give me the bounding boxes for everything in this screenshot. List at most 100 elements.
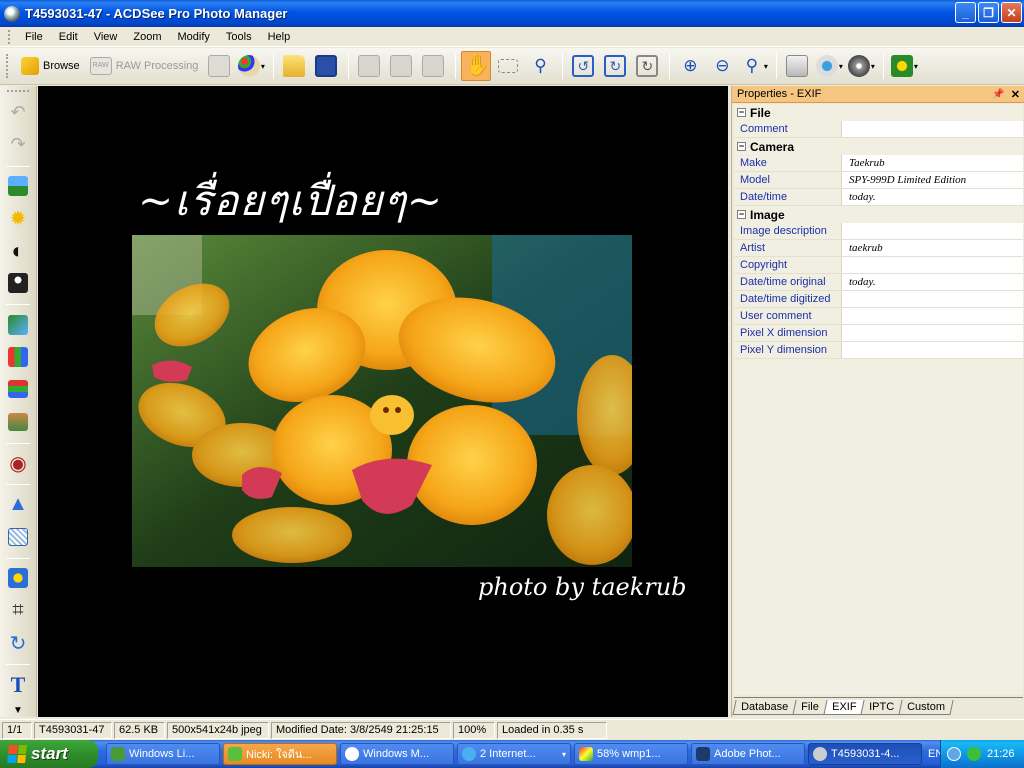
property-value[interactable] <box>842 257 1023 273</box>
property-value[interactable]: SPY-999D Limited Edition <box>842 172 1023 188</box>
property-value[interactable] <box>842 223 1023 239</box>
open-button[interactable] <box>279 51 309 81</box>
exposure-button[interactable]: ✹ <box>5 205 31 231</box>
collapse-icon[interactable]: − <box>737 210 746 219</box>
menu-grip[interactable] <box>8 29 11 44</box>
share-button[interactable]: ▾ <box>846 51 876 81</box>
tab-exif[interactable]: EXIF <box>823 700 865 715</box>
effects-button[interactable] <box>5 565 31 591</box>
property-row[interactable]: User comment <box>734 308 1023 325</box>
raw-convert-button[interactable] <box>204 51 234 81</box>
property-value[interactable]: Taekrub <box>842 155 1023 171</box>
close-button[interactable]: ✕ <box>1001 2 1022 23</box>
section-camera[interactable]: − Camera <box>734 138 1023 155</box>
levels-button[interactable] <box>5 311 31 337</box>
section-image[interactable]: − Image <box>734 206 1023 223</box>
property-value[interactable]: today. <box>842 189 1023 205</box>
task-acdsee[interactable]: T4593031-4... <box>808 743 922 765</box>
zoom-tool-button[interactable]: ⚲ <box>525 51 555 81</box>
property-value[interactable] <box>842 325 1023 341</box>
text-button[interactable]: T <box>5 671 31 697</box>
close-panel-icon[interactable]: ✕ <box>1011 88 1020 101</box>
edit-button[interactable]: ▾ <box>236 51 266 81</box>
tab-custom[interactable]: Custom <box>898 700 954 715</box>
slideshow-button[interactable] <box>418 51 448 81</box>
zoom-in-button[interactable]: ⊕ <box>675 51 705 81</box>
property-value[interactable]: today. <box>842 274 1023 290</box>
toolbar-grip[interactable] <box>6 54 9 78</box>
property-value[interactable]: taekrub <box>842 240 1023 256</box>
property-value[interactable] <box>842 291 1023 307</box>
minimize-button[interactable]: _ <box>955 2 976 23</box>
property-row[interactable]: Copyright <box>734 257 1023 274</box>
crop-button[interactable]: ⌗ <box>5 598 31 624</box>
property-row[interactable]: Pixel Y dimension <box>734 342 1023 359</box>
hand-tool-button[interactable]: ✋ <box>461 51 492 81</box>
undo-button[interactable]: ↶ <box>5 99 31 125</box>
property-row[interactable]: Date/time original today. <box>734 274 1023 291</box>
property-value[interactable] <box>842 308 1023 324</box>
start-button[interactable]: start <box>0 740 98 768</box>
wallpaper-dropdown-icon[interactable]: ▾ <box>914 62 918 71</box>
print-button[interactable] <box>782 51 812 81</box>
task-download[interactable]: 58% wmp1... <box>574 743 688 765</box>
collapse-icon[interactable]: − <box>737 108 746 117</box>
zoom-dropdown-icon[interactable]: ▾ <box>764 62 768 71</box>
image-viewer[interactable]: ~เรื่อยๆเปื่อยๆ~ photo by taekrub <box>38 86 728 717</box>
auto-exposure-button[interactable] <box>5 173 31 199</box>
property-row[interactable]: Pixel X dimension <box>734 325 1023 342</box>
next-image-button[interactable] <box>386 51 416 81</box>
menu-tools[interactable]: Tools <box>218 29 260 45</box>
rotate-button[interactable]: ↻ <box>5 630 31 656</box>
property-row[interactable]: Image description <box>734 223 1023 240</box>
property-row[interactable]: Make Taekrub <box>734 155 1023 172</box>
tab-iptc[interactable]: IPTC <box>860 700 903 715</box>
noise-button[interactable] <box>5 524 31 550</box>
property-row[interactable]: Comment <box>734 121 1023 138</box>
acquire-button[interactable]: ▾ <box>814 51 844 81</box>
zoom-out-button[interactable]: ⊖ <box>707 51 737 81</box>
menu-zoom[interactable]: Zoom <box>125 29 169 45</box>
property-value[interactable] <box>842 342 1023 358</box>
flip-button[interactable]: ↻ <box>632 51 662 81</box>
section-file[interactable]: − File <box>734 104 1023 121</box>
chevron-down-icon[interactable]: ▾ <box>562 750 566 759</box>
tab-database[interactable]: Database <box>732 700 797 715</box>
shadows-button[interactable] <box>5 270 31 296</box>
task-windows-media[interactable]: Windows M... <box>340 743 454 765</box>
collapse-icon[interactable]: − <box>737 142 746 151</box>
edit-dropdown-icon[interactable]: ▾ <box>261 62 265 71</box>
task-photoshop[interactable]: Adobe Phot... <box>691 743 805 765</box>
property-value[interactable] <box>842 121 1023 137</box>
property-row[interactable]: Date/time today. <box>734 189 1023 206</box>
tab-file[interactable]: File <box>792 700 828 715</box>
red-eye-button[interactable]: ◉ <box>5 450 31 476</box>
task-chat[interactable]: Nicki: ใจดีน... <box>223 743 337 765</box>
share-dropdown-icon[interactable]: ▾ <box>871 62 875 71</box>
acquire-dropdown-icon[interactable]: ▾ <box>839 62 843 71</box>
rotate-right-button[interactable]: ↻ <box>600 51 630 81</box>
tray-network-icon[interactable] <box>967 747 981 761</box>
menu-modify[interactable]: Modify <box>169 29 217 45</box>
clock[interactable]: 21:26 <box>987 748 1015 760</box>
title-bar[interactable]: T4593031-47 - ACDSee Pro Photo Manager _… <box>0 0 1024 27</box>
raw-processing-button[interactable]: RAW RAW Processing <box>86 51 203 81</box>
histogram-button[interactable] <box>5 344 31 370</box>
sharpen-button[interactable]: ▲ <box>5 491 31 517</box>
previous-image-button[interactable] <box>354 51 384 81</box>
save-button[interactable] <box>311 51 341 81</box>
browse-button[interactable]: Browse <box>17 51 84 81</box>
maximize-button[interactable]: ❐ <box>978 2 999 23</box>
contrast-button[interactable]: ◐ <box>5 238 31 264</box>
task-internet-explorer[interactable]: 2 Internet... ▾ <box>457 743 571 765</box>
wallpaper-button[interactable]: ▾ <box>889 51 919 81</box>
menu-edit[interactable]: Edit <box>51 29 86 45</box>
menu-file[interactable]: File <box>17 29 51 45</box>
rotate-left-button[interactable]: ↺ <box>568 51 598 81</box>
select-tool-button[interactable] <box>493 51 523 81</box>
task-windows-live[interactable]: Windows Li... <box>106 743 220 765</box>
sidebar-grip[interactable] <box>7 90 29 93</box>
app-icon[interactable] <box>4 5 20 22</box>
pin-icon[interactable]: 📌 <box>992 89 1004 100</box>
zoom-menu-button[interactable]: ⚲ ▾ <box>739 51 769 81</box>
